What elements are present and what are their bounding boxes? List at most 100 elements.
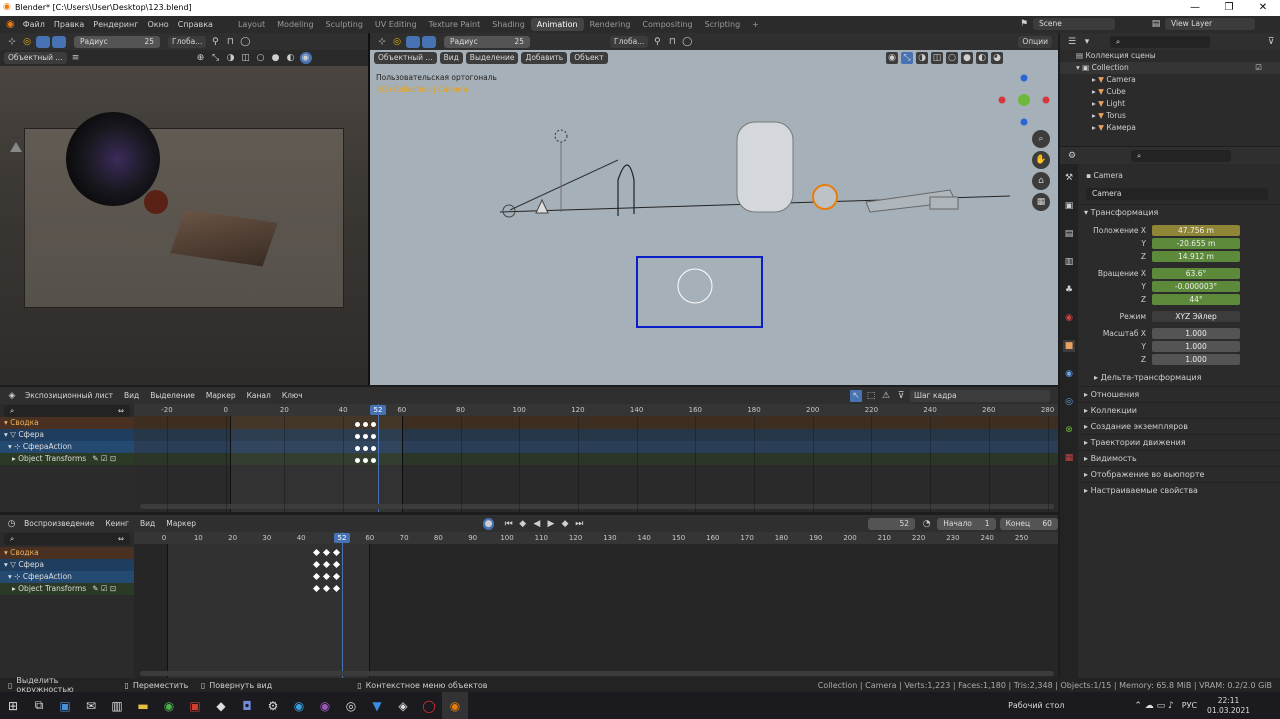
opera-icon[interactable]: ◯ [416,692,442,719]
playhead-frame[interactable]: 52 [334,533,350,543]
keyframe[interactable] [363,434,368,439]
menu-marker[interactable]: Маркер [201,389,240,402]
proportional-icon[interactable]: ◯ [681,36,693,48]
menu-render[interactable]: Рендеринг [93,20,138,29]
outliner-search[interactable]: ⌕ [1110,35,1210,48]
outliner-item-torus[interactable]: ▸ ▼ Torus [1060,110,1280,122]
keying-dropdown[interactable]: Кеинг [101,517,133,530]
keyframe[interactable] [355,434,360,439]
tab-rendering[interactable]: Rendering [584,18,637,31]
discord-icon[interactable]: ◘ [234,692,260,719]
menu-help[interactable]: Справка [178,20,213,29]
physics-tab-icon[interactable]: ◎ [1063,396,1075,408]
radius-field[interactable]: Радиус 25 [74,35,160,48]
channel-search[interactable]: ⌕ ⇔ [4,404,130,417]
channel-object[interactable]: ▾ ▽ Сфера [0,559,134,571]
zoom-icon[interactable]: ⌕ [1032,130,1050,148]
viewlayer-field[interactable]: View Layer [1165,18,1255,30]
start-icon[interactable]: ⊞ [0,692,26,719]
right-viewport[interactable]: Объектный ... Вид Выделение Добавить Объ… [370,50,1058,385]
properties-editor-icon[interactable]: ⚙ [1066,150,1078,162]
mode-dropdown[interactable]: Объектный ... [4,52,67,64]
steam-icon[interactable]: ◎ [338,692,364,719]
shading-material-icon[interactable]: ◐ [285,52,297,64]
clock-icon[interactable]: ◔ [921,518,932,530]
pivot-icon[interactable]: ⚲ [209,36,221,48]
clock[interactable]: 22:11 01.03.2021 [1207,696,1250,716]
modifier-tab-icon[interactable]: ◉ [1063,368,1075,380]
select-mode-button[interactable] [406,35,420,48]
shading-solid-icon[interactable]: ● [270,52,282,64]
menu-icon[interactable]: ≡ [70,52,82,64]
snap-icon[interactable]: ⊓ [224,36,236,48]
outliner-scene-collection[interactable]: ▤ Коллекция сцены [1060,50,1280,62]
keyframe[interactable] [371,434,376,439]
rotation-mode-dropdown[interactable]: XYZ Эйлер [1152,311,1240,322]
menu-window[interactable]: Окно [147,20,168,29]
keyframe[interactable] [371,422,376,427]
transform-orientation[interactable]: Глоба... [168,35,207,48]
select-mode-button[interactable] [422,35,436,48]
pivot-icon[interactable]: ⚲ [651,36,663,48]
shading-render-icon[interactable]: ◉ [299,52,312,64]
horizontal-scrollbar[interactable] [140,671,1054,676]
play-icon[interactable]: ▶ [545,518,556,530]
tool-tab-icon[interactable]: ⚒ [1063,172,1075,184]
keyframe[interactable] [355,422,360,427]
pan-hand-icon[interactable]: ✋ [1032,151,1050,169]
keyframe[interactable] [355,446,360,451]
channel-summary[interactable]: ▾ Сводка [0,417,134,429]
app-icon[interactable]: ✉ [78,692,104,719]
data-tab-icon[interactable]: ▦ [1063,452,1075,464]
channel-flags-icon[interactable]: ✎ ☑ ⊡ [92,454,116,463]
object-name-field[interactable]: Camera [1086,188,1268,200]
folder-icon[interactable]: ▬ [130,692,156,719]
app-icon[interactable]: ◆ [208,692,234,719]
app-icon[interactable]: ◉ [286,692,312,719]
filter-icon[interactable]: ⊽ [895,390,907,402]
play-reverse-icon[interactable]: ◀ [531,518,542,530]
jump-start-icon[interactable]: ⏮ [503,518,514,530]
viewlayer-selector[interactable]: ▤ View Layer [1150,18,1255,30]
tab-layout[interactable]: Layout [232,18,271,31]
scene-selector[interactable]: ⚑ Scene [1018,18,1115,30]
outliner-item-cube[interactable]: ▸ ▼ Cube [1060,86,1280,98]
outliner-collection[interactable]: ▾ ▣ Collection ☑ [1060,62,1280,74]
gizmo-icon[interactable]: ⤡ [210,52,222,64]
snap-icon[interactable]: ⊓ [666,36,678,48]
render-tab-icon[interactable]: ▣ [1063,200,1075,212]
visibility-section[interactable]: ▸ Видимость [1078,450,1280,466]
timeline-area[interactable]: 0 10 20 30 40 60 70 80 90 100 110 120 130 140 150 160 17… [134,532,1058,678]
circle-select-icon[interactable]: ◎ [21,36,33,48]
prev-key-icon[interactable]: ◆ [517,518,528,530]
menu-channel[interactable]: Канал [242,389,275,402]
outliner-item-camera[interactable]: ▸ ▼ Camera [1060,74,1280,86]
channel-search[interactable]: ⌕ ⇔ [4,532,130,545]
channel-group[interactable]: ▸ Object Transforms ✎ ☑ ⊡ [0,453,134,465]
shading-wire-icon[interactable]: ○ [255,52,267,64]
channel-summary[interactable]: ▾ Сводка [0,547,134,559]
jump-end-icon[interactable]: ⏭ [574,518,585,530]
display-mode-icon[interactable]: ▾ [1081,36,1093,48]
transform-section[interactable]: ▾ Трансформация [1078,204,1280,220]
blender-menu-icon[interactable]: ◉ [6,19,15,30]
app-icon[interactable]: ▣ [52,692,78,719]
tab-sculpting[interactable]: Sculpting [320,18,369,31]
transform-orientation[interactable]: Глоба... [610,35,649,48]
channel-action[interactable]: ▾ ⊹ СфераAction [0,571,134,583]
tab-texture-paint[interactable]: Texture Paint [423,18,487,31]
box-select-icon[interactable]: ⬚ [865,390,877,402]
constraint-tab-icon[interactable]: ⊗ [1063,424,1075,436]
task-view-icon[interactable]: ⧉ [26,692,52,719]
view-layer-tab-icon[interactable]: ▥ [1063,256,1075,268]
app-icon[interactable]: ◉ [312,692,338,719]
minimize-button[interactable]: — [1178,0,1212,16]
location-y-field[interactable]: -20.655 m [1152,238,1240,249]
menu-edit[interactable]: Правка [54,20,84,29]
playhead-frame[interactable]: 52 [370,405,386,415]
collections-section[interactable]: ▸ Коллекции [1078,402,1280,418]
outliner-item-light[interactable]: ▸ ▼ Light [1060,98,1280,110]
end-frame-field[interactable]: Конец 60 [999,517,1058,530]
playback-dropdown[interactable]: Воспроизведение [20,517,99,530]
camera-view-icon[interactable]: ⌂ [1032,172,1050,190]
